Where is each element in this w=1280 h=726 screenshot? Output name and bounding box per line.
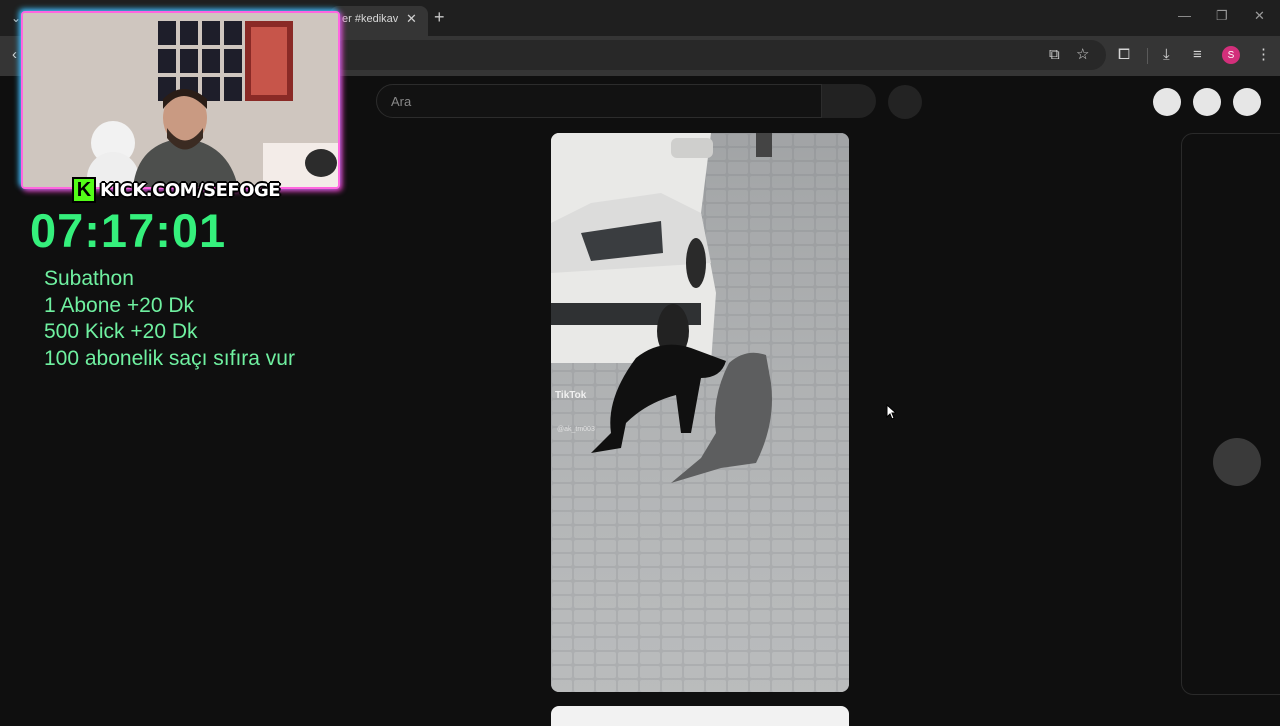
search-field[interactable]	[376, 84, 822, 118]
restore-icon[interactable]: ❐	[1216, 8, 1228, 24]
subathon-line: 500 Kick +20 Dk	[44, 320, 198, 343]
profile-avatar[interactable]: S	[1222, 46, 1240, 64]
tab-title: er #kedikav	[342, 13, 398, 25]
minimize-icon[interactable]: —	[1178, 8, 1191, 23]
active-tab[interactable]: er #kedikav ✕	[330, 6, 428, 36]
subathon-line: 100 abonelik saçı sıfıra vur	[44, 346, 295, 370]
kick-url: KICK.COM/SEFOGE	[100, 179, 281, 201]
search-button[interactable]	[822, 84, 876, 118]
search-input[interactable]	[389, 93, 793, 110]
back-icon[interactable]: ‹	[12, 46, 17, 64]
tiktok-watermark: TikTok	[555, 390, 587, 401]
media-control-icon[interactable]: ≡	[1193, 46, 1202, 64]
voice-search-button[interactable]	[888, 85, 922, 119]
comments-panel	[1181, 133, 1280, 695]
extensions-icon[interactable]: ⧠	[1118, 46, 1130, 64]
short-video-player[interactable]	[551, 133, 849, 692]
webcam-feed	[21, 11, 340, 189]
tiktok-username: @ak_tm003	[557, 426, 595, 433]
video-frame	[551, 133, 849, 692]
browser-menu-icon[interactable]: ⋮	[1256, 46, 1271, 64]
webcam-scene	[23, 13, 338, 187]
subathon-info: Subathon 1 Abone +20 Dk 500 Kick +20 Dk …	[44, 266, 295, 372]
window-close-icon[interactable]: ✕	[1254, 8, 1265, 24]
mouse-cursor-icon	[886, 404, 896, 420]
next-short-button[interactable]	[1213, 438, 1261, 486]
tab-close-icon[interactable]: ✕	[406, 11, 417, 27]
install-app-icon[interactable]: ⧉	[1049, 46, 1060, 64]
new-tab-button[interactable]: +	[434, 8, 445, 26]
account-button[interactable]	[1233, 88, 1261, 116]
address-bar[interactable]	[330, 40, 1106, 70]
create-button[interactable]	[1153, 88, 1181, 116]
next-short-preview[interactable]	[551, 706, 849, 726]
toolbar-divider	[1147, 48, 1148, 64]
kick-channel-badge: K KICK.COM/SEFOGE	[72, 177, 284, 203]
kick-logo-icon: K	[72, 177, 96, 203]
subathon-timer: 07:17:01	[30, 204, 227, 257]
downloads-icon[interactable]: ⤓	[1163, 46, 1170, 64]
bookmark-star-icon[interactable]: ☆	[1076, 46, 1089, 64]
notifications-button[interactable]	[1193, 88, 1221, 116]
subathon-line: Subathon	[44, 267, 134, 290]
subathon-line: 1 Abone +20 Dk	[44, 293, 195, 317]
